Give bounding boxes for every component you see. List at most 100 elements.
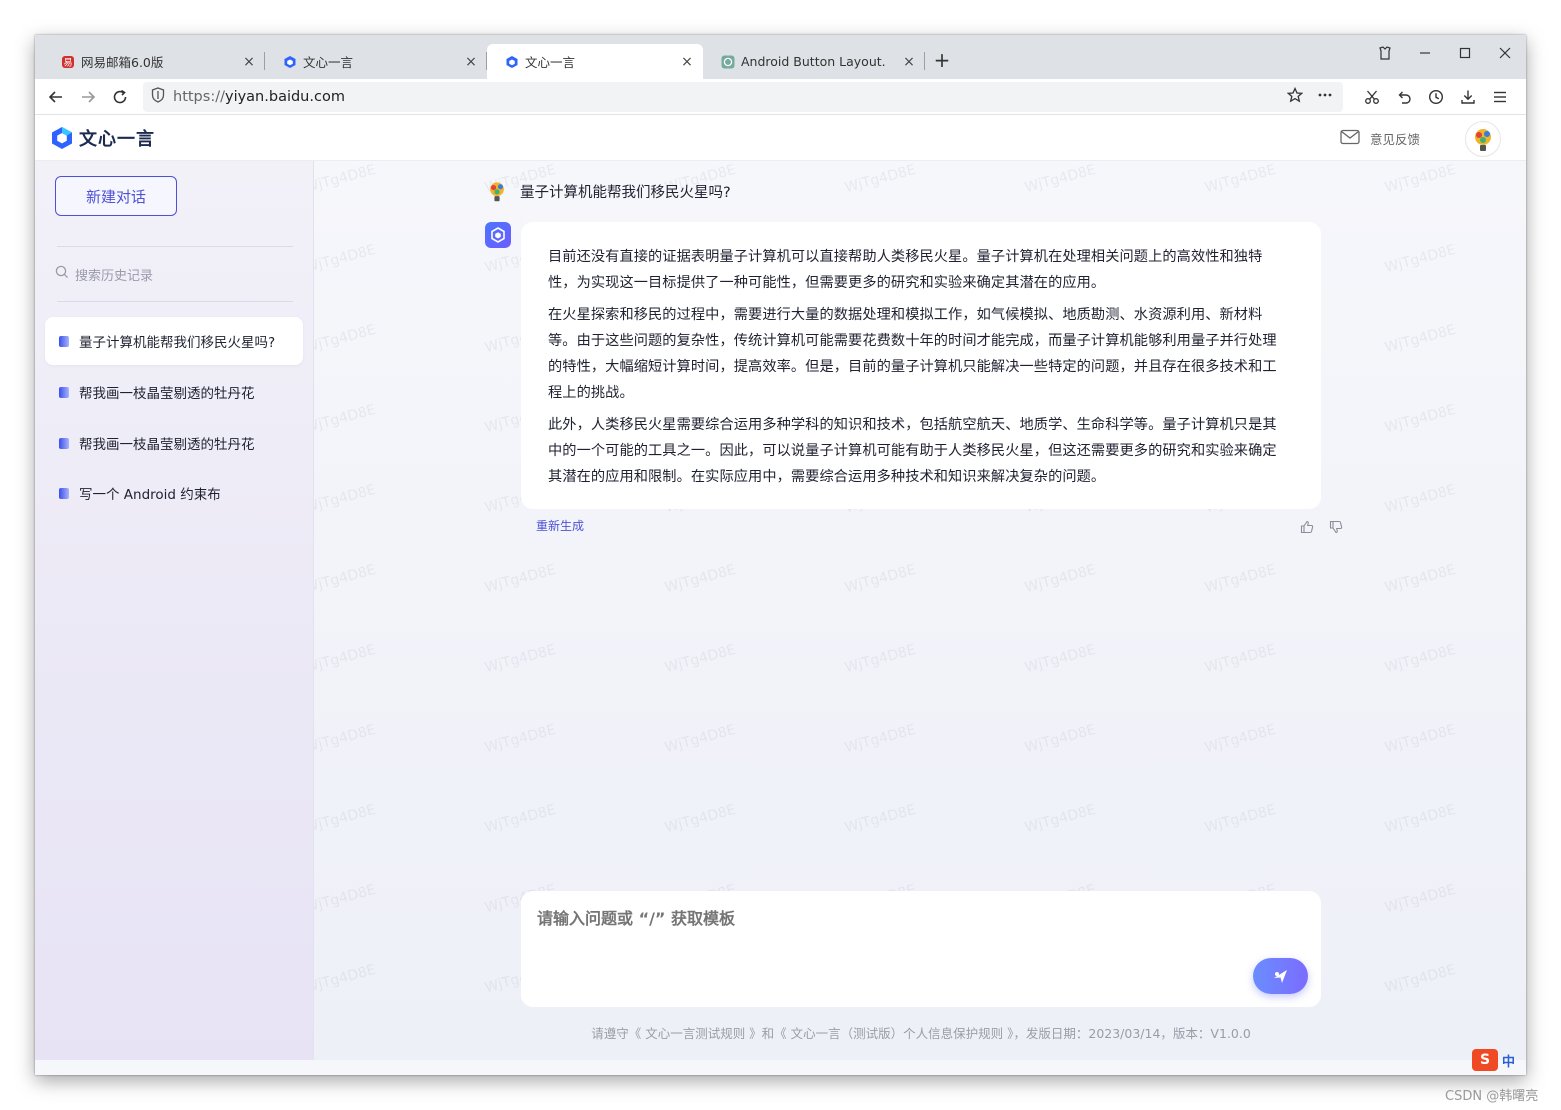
history-item-peony-2[interactable]: 帮我画一枝晶莹剔透的牡丹花 <box>45 419 303 467</box>
tab-netease-mail[interactable]: 易 网易邮箱6.0版 × <box>43 44 265 79</box>
collections-icon[interactable] <box>1365 39 1405 67</box>
chat-bubble-icon <box>59 487 69 499</box>
watermark-text: WjTg4D8E <box>314 641 378 677</box>
prompt-input-card <box>521 891 1321 1007</box>
url-host: yiyan.baidu.com <box>224 89 345 105</box>
chat-bubble-icon <box>59 437 69 449</box>
watermark-text: WjTg4D8E <box>843 721 918 757</box>
question-text: 量子计算机能帮我们移民火星吗? <box>520 184 731 201</box>
bookmark-star-icon[interactable] <box>1286 86 1304 107</box>
feedback-button[interactable]: 意见反馈 <box>1340 129 1420 148</box>
watermark-text: WjTg4D8E <box>1383 321 1458 357</box>
wenxin-logo-icon <box>51 126 73 150</box>
thumbs-up-icon[interactable] <box>1299 519 1315 535</box>
watermark-text: WjTg4D8E <box>843 561 918 597</box>
mail-icon <box>1340 129 1360 148</box>
search-icon <box>55 265 69 283</box>
regenerate-button[interactable]: 重新生成 <box>536 517 584 534</box>
chatgpt-icon <box>721 55 735 69</box>
menu-hamburger-icon[interactable] <box>1487 84 1513 110</box>
watermark-text: WjTg4D8E <box>483 641 558 677</box>
watermark-text: WjTg4D8E <box>483 721 558 757</box>
history-item-label: 帮我画一枝晶莹剔透的牡丹花 <box>79 437 255 453</box>
terms-footer[interactable]: 请遵守《 文心一言测试规则 》和《 文心一言（测试版）个人信息保护规则 》，发版… <box>521 1023 1321 1042</box>
browser-window: 易 网易邮箱6.0版 × 文心一言 × 文心一言 × Android Butto… <box>35 35 1526 1075</box>
watermark-text: WjTg4D8E <box>314 161 378 197</box>
history-item-android-constraint[interactable]: 写一个 Android 约束布 <box>45 469 303 517</box>
bot-avatar <box>485 222 511 248</box>
chat-main: WjTg4D8E WjTg4D8E WjTg4D8E WjTg4D8E WjTg4D8E… <box>314 161 1526 1060</box>
new-chat-button[interactable]: 新建对话 <box>55 176 177 216</box>
watermark-text: WjTg4D8E <box>663 641 738 677</box>
page: 易 网易邮箱6.0版 × 文心一言 × 文心一言 × Android Butto… <box>0 0 1561 1110</box>
search-placeholder: 搜索历史记录 <box>75 268 154 284</box>
new-tab-button[interactable]: + <box>931 49 953 71</box>
watermark-text: WjTg4D8E <box>314 801 378 837</box>
watermark-text: WjTg4D8E <box>1203 721 1278 757</box>
watermark-text: WjTg4D8E <box>483 801 558 837</box>
answer-paragraph: 此外，人类移民火星需要综合运用多种学科的知识和技术，包括航空航天、地质学、生命科… <box>548 417 1277 485</box>
forward-arrow-icon[interactable] <box>75 84 101 110</box>
watermark-text: WjTg4D8E <box>314 881 378 917</box>
watermark-text: WjTg4D8E <box>1383 161 1458 197</box>
watermark-text: WjTg4D8E <box>1383 641 1458 677</box>
tab-title: 网易邮箱6.0版 <box>81 55 164 70</box>
feedback-label: 意见反馈 <box>1370 132 1421 147</box>
history-item-peony-1[interactable]: 帮我画一枝晶莹剔透的牡丹花 <box>45 368 303 416</box>
send-button[interactable] <box>1253 958 1308 994</box>
more-dots-icon[interactable] <box>1317 87 1333 107</box>
sidebar: 新建对话 搜索历史记录 量子计算机能帮我们移民火星吗? 帮我画一枝晶莹剔透的牡丹… <box>35 161 314 1060</box>
reload-icon[interactable] <box>107 84 133 110</box>
tab-close-icon[interactable]: × <box>901 54 917 70</box>
address-bar[interactable]: https://yiyan.baidu.com <box>143 82 1343 112</box>
tab-title: Android Button Layout. <box>741 54 886 69</box>
user-avatar-small <box>484 178 510 204</box>
minimize-icon[interactable] <box>1405 39 1445 67</box>
maximize-icon[interactable] <box>1445 39 1485 67</box>
watermark-text: WjTg4D8E <box>1023 801 1098 837</box>
user-question: 量子计算机能帮我们移民火星吗? <box>484 178 731 204</box>
tab-title: 文心一言 <box>525 55 576 70</box>
svg-text:易: 易 <box>63 57 72 68</box>
prompt-input[interactable] <box>537 909 1237 928</box>
watermark-text: WjTg4D8E <box>1383 401 1458 437</box>
download-icon[interactable] <box>1455 84 1481 110</box>
back-arrow-icon[interactable] <box>43 84 69 110</box>
scissors-icon[interactable] <box>1359 84 1385 110</box>
undo-icon[interactable] <box>1391 84 1417 110</box>
watermark-text: WjTg4D8E <box>1383 561 1458 597</box>
watermark-text: WjTg4D8E <box>314 321 378 357</box>
tab-close-icon[interactable]: × <box>679 54 695 70</box>
history-item-label: 写一个 Android 约束布 <box>79 487 221 503</box>
history-item-quantum-mars[interactable]: 量子计算机能帮我们移民火星吗? <box>45 317 303 365</box>
tab-wenxin-1[interactable]: 文心一言 × <box>265 44 487 79</box>
chat-bubble-icon <box>59 335 69 347</box>
tab-strip: 易 网易邮箱6.0版 × 文心一言 × 文心一言 × Android Butto… <box>35 35 1526 79</box>
history-item-label: 帮我画一枝晶莹剔透的牡丹花 <box>79 386 255 402</box>
browser-toolbar: https://yiyan.baidu.com <box>35 79 1526 115</box>
close-window-icon[interactable] <box>1485 39 1525 67</box>
tab-wenxin-2-active[interactable]: 文心一言 × <box>487 44 703 79</box>
shield-icon[interactable] <box>143 87 173 107</box>
ime-indicator[interactable]: S 中 <box>1472 1049 1515 1071</box>
watermark-text: WjTg4D8E <box>663 801 738 837</box>
thumbs-down-icon[interactable] <box>1328 519 1344 535</box>
tab-close-icon[interactable]: × <box>463 54 479 70</box>
csdn-credit: CSDN @韩曙亮 <box>1445 1089 1539 1104</box>
tab-android-button-layout[interactable]: Android Button Layout. × <box>703 44 925 79</box>
history-clock-icon[interactable] <box>1423 84 1449 110</box>
watermark-text: WjTg4D8E <box>1383 721 1458 757</box>
tab-close-icon[interactable]: × <box>241 54 257 70</box>
sidebar-divider <box>57 246 293 247</box>
send-icon <box>1273 970 1287 983</box>
brand[interactable]: 文心一言 <box>51 125 155 151</box>
watermark-text: WjTg4D8E <box>483 561 558 597</box>
answer-paragraph: 在火星探索和移民的过程中，需要进行大量的数据处理和模拟工作，如气候模拟、地质勘测… <box>548 307 1277 401</box>
watermark-text: WjTg4D8E <box>1203 801 1278 837</box>
url-text[interactable]: https://yiyan.baidu.com <box>173 89 345 105</box>
history-search[interactable]: 搜索历史记录 <box>55 261 293 287</box>
answer-paragraph: 目前还没有直接的证据表明量子计算机可以直接帮助人类移民火星。量子计算机在处理相关… <box>548 249 1263 291</box>
watermark-text: WjTg4D8E <box>1383 481 1458 517</box>
user-avatar[interactable] <box>1465 121 1501 157</box>
ime-mode: 中 <box>1502 1054 1516 1070</box>
